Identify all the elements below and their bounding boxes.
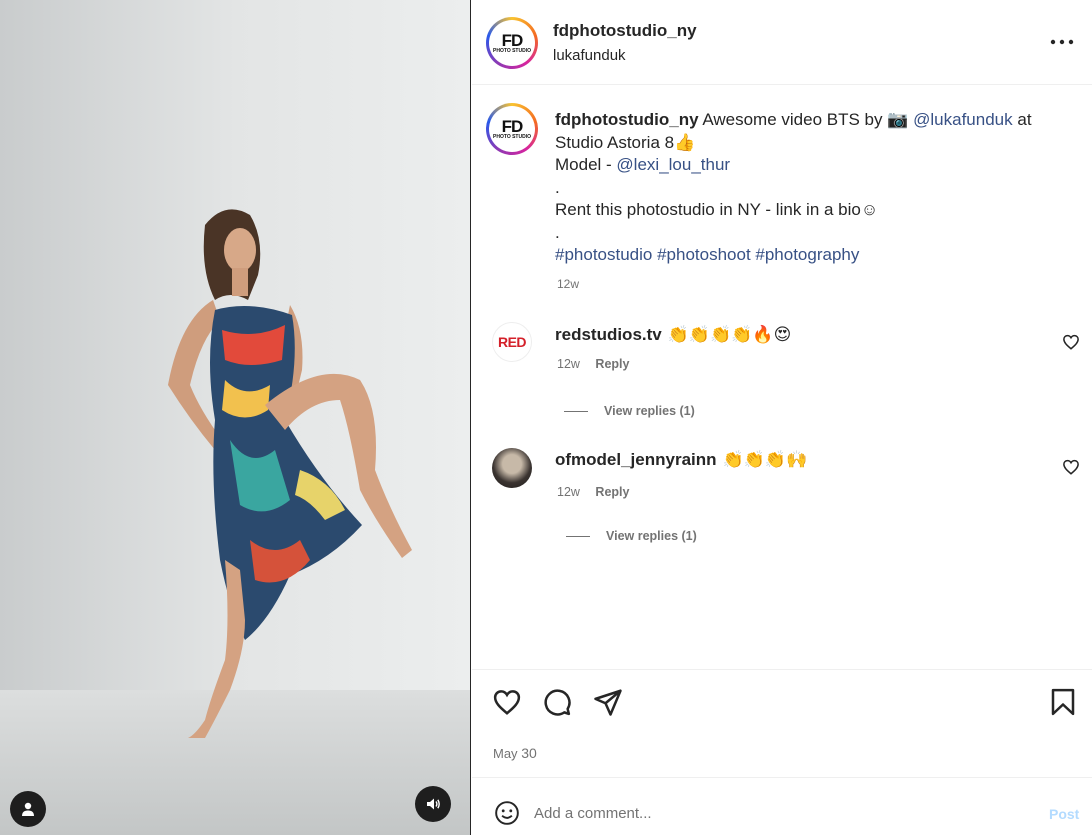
caption-timestamp[interactable]: 12w xyxy=(557,273,1055,296)
avatar-logo-subtext: PHOTO STUDIO xyxy=(493,47,531,54)
video-frame-image xyxy=(0,0,470,835)
comment-timestamp[interactable]: 12w xyxy=(557,485,580,499)
comment-input[interactable] xyxy=(534,802,1014,824)
post-date-day: 30 xyxy=(521,745,537,761)
more-options-button[interactable] xyxy=(1050,30,1074,54)
post-date[interactable]: May 30 xyxy=(493,745,537,761)
replies-divider xyxy=(564,410,588,412)
comment-body: redstudios.tv 👏👏👏👏🔥😍 xyxy=(555,325,791,345)
comment-like-heart-icon[interactable] xyxy=(1062,458,1080,476)
more-icon xyxy=(1050,39,1074,45)
caption-separator: . xyxy=(555,222,560,242)
mention-link[interactable]: @lexi_lou_thur xyxy=(616,155,730,174)
caption-author-avatar[interactable]: FD PHOTO STUDIO xyxy=(486,103,538,155)
like-button-heart-icon[interactable] xyxy=(492,687,522,717)
commenter-avatar[interactable] xyxy=(492,448,532,488)
view-replies-button[interactable]: View replies (1) xyxy=(564,404,695,418)
audio-toggle-button[interactable] xyxy=(415,786,451,822)
caption-hashtags[interactable]: #photostudio #photoshoot #photography xyxy=(555,244,1055,267)
reply-button[interactable]: Reply xyxy=(595,357,629,371)
view-replies-label: View replies (1) xyxy=(606,529,697,543)
user-icon xyxy=(22,802,34,816)
comment-meta: 12w Reply xyxy=(557,357,641,371)
commenter-username[interactable]: ofmodel_jennyrainn xyxy=(555,450,717,469)
comment-body: ofmodel_jennyrainn 👏👏👏🙌 xyxy=(555,450,807,470)
tagged-users-button[interactable] xyxy=(10,791,46,827)
caption-username[interactable]: fdphotostudio_ny xyxy=(555,110,699,129)
post-header: FD PHOTO STUDIO fdphotostudio_ny lukafun… xyxy=(472,0,1092,85)
commenter-avatar-logo: RED xyxy=(497,334,527,350)
caption-rent-text: Rent this photostudio in NY - link in a … xyxy=(555,200,879,219)
commenter-username[interactable]: redstudios.tv xyxy=(555,325,662,344)
share-button-share-icon[interactable] xyxy=(593,687,623,717)
caption-separator: . xyxy=(555,177,560,197)
view-replies-button[interactable]: View replies (1) xyxy=(566,529,697,543)
caption-text: fdphotostudio_ny Awesome video BTS by 📷 … xyxy=(555,109,1055,295)
avatar-logo-text: FD xyxy=(501,116,524,136)
add-comment-bar: Post xyxy=(472,777,1092,835)
comment-timestamp[interactable]: 12w xyxy=(557,357,580,371)
author-username[interactable]: fdphotostudio_ny xyxy=(553,21,697,41)
caption-model-label: Model - xyxy=(555,155,617,174)
post-details-panel: FD PHOTO STUDIO fdphotostudio_ny lukafun… xyxy=(472,0,1092,835)
post-date-month: May xyxy=(493,746,518,761)
mention-link[interactable]: @lukafunduk xyxy=(913,110,1013,129)
sound-icon xyxy=(427,798,440,810)
replies-divider xyxy=(566,535,590,537)
caption-text-part: Awesome video BTS by 📷 xyxy=(702,110,909,129)
reply-button[interactable]: Reply xyxy=(595,485,629,499)
save-button-bookmark-icon[interactable] xyxy=(1048,687,1078,717)
emoji-icon[interactable] xyxy=(494,800,520,826)
comment-text: 👏👏👏👏🔥😍 xyxy=(667,325,792,344)
post-comment-button[interactable]: Post xyxy=(1049,806,1079,822)
post-video[interactable] xyxy=(0,0,471,835)
comment-text: 👏👏👏🙌 xyxy=(722,450,808,469)
author-subtitle[interactable]: lukafunduk xyxy=(553,47,626,64)
avatar-logo-text: FD xyxy=(501,30,524,50)
comment-like-heart-icon[interactable] xyxy=(1062,333,1080,351)
comment-meta: 12w Reply xyxy=(557,485,641,499)
comment-button-comment-icon[interactable] xyxy=(542,687,572,717)
view-replies-label: View replies (1) xyxy=(604,404,695,418)
post-actions: May 30 xyxy=(472,669,1092,777)
avatar-logo-subtext: PHOTO STUDIO xyxy=(493,133,531,140)
author-avatar[interactable]: FD PHOTO STUDIO xyxy=(486,17,538,69)
commenter-avatar[interactable]: RED xyxy=(492,322,532,362)
